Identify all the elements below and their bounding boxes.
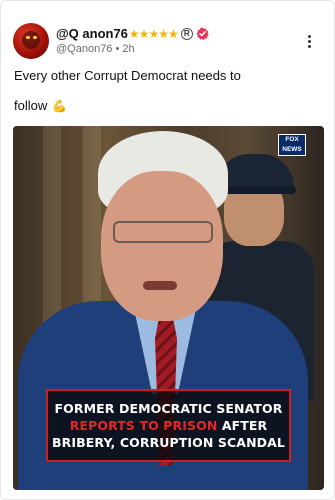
author-info: @Q anon76 ★★★★★ R @Qanon76 • 2h [56, 26, 209, 56]
star-rating: ★★★★★ [128, 26, 179, 41]
menu-dot [307, 34, 311, 38]
avatar-eye [33, 36, 37, 39]
main-person-head [101, 171, 223, 321]
post-header: @Q anon76 ★★★★★ R @Qanon76 • 2h [13, 21, 324, 61]
post-image[interactable]: FOX NEWS FORMER DEMOCRATIC SENATOR REPOR… [13, 126, 324, 490]
avatar-face [22, 31, 40, 49]
verified-badge-icon [196, 27, 209, 41]
author-display-name[interactable]: @Q anon76 [56, 26, 128, 42]
main-person-mouth [143, 281, 177, 290]
menu-dot [307, 44, 311, 48]
post-text-line2: follow [14, 98, 48, 113]
meta-separator: • [115, 42, 120, 55]
post-time: 2h [122, 42, 135, 55]
headline-after: AFTER [221, 418, 268, 433]
avatar[interactable] [13, 23, 49, 59]
author-handle[interactable]: @Qanon76 [56, 43, 112, 55]
post-text-line1: Every other Corrupt Democrat needs to [14, 68, 241, 83]
author-name-row[interactable]: @Q anon76 ★★★★★ R [56, 26, 209, 42]
avatar-eye [26, 36, 30, 39]
flexed-biceps-emoji: 💪 [52, 98, 68, 113]
headline-line2: REPORTS TO PRISON AFTER [70, 417, 268, 434]
headline-banner: FORMER DEMOCRATIC SENATOR REPORTS TO PRI… [46, 389, 291, 462]
registered-icon: R [180, 27, 193, 40]
menu-dot [307, 39, 311, 43]
headline-highlight: REPORTS TO PRISON [69, 418, 218, 433]
post-text-line2-row: follow 💪 [14, 98, 67, 113]
more-options-icon[interactable] [302, 31, 316, 51]
post-card: @Q anon76 ★★★★★ R @Qanon76 • 2h Every ot… [0, 0, 335, 500]
author-meta: @Qanon76 • 2h [56, 43, 209, 56]
main-person-glasses [113, 221, 213, 243]
headline-line1: FORMER DEMOCRATIC SENATOR [54, 401, 283, 416]
headline-line3: BRIBERY, CORRUPTION SCANDAL [52, 435, 285, 450]
